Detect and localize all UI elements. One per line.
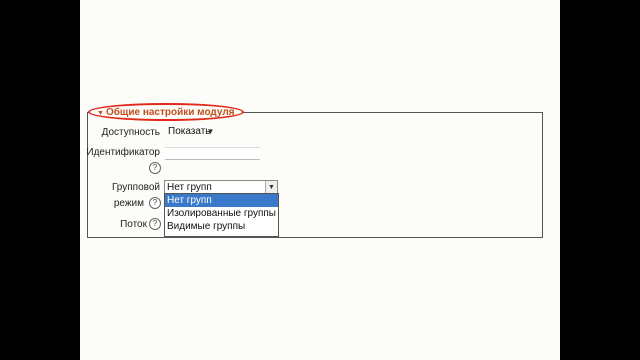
identifier-input[interactable] bbox=[165, 147, 260, 160]
group-mode-option[interactable]: Видимые группы bbox=[165, 220, 278, 233]
availability-select[interactable]: Показать ▼ bbox=[166, 125, 216, 138]
group-mode-option[interactable]: Нет групп bbox=[165, 194, 278, 207]
identifier-label: Идентификатор bbox=[86, 147, 160, 158]
help-icon[interactable]: ? bbox=[149, 218, 161, 230]
group-mode-value: Нет групп bbox=[167, 182, 212, 193]
collapse-arrow-icon: ▼ bbox=[97, 110, 104, 117]
group-mode-label-line2: режим bbox=[113, 198, 144, 209]
help-icon[interactable]: ? bbox=[149, 162, 161, 174]
group-mode-dropdown-list: Нет групп Изолированные группы Видимые г… bbox=[164, 193, 279, 237]
help-icon[interactable]: ? bbox=[149, 197, 161, 209]
stream-label: Поток bbox=[120, 219, 147, 230]
group-mode-option[interactable]: Изолированные группы bbox=[165, 207, 278, 220]
availability-label: Доступность bbox=[101, 127, 160, 138]
section-legend[interactable]: ▼ Общие настройки модуля bbox=[88, 103, 244, 121]
group-mode-label-line1: Групповой bbox=[111, 182, 160, 193]
page: ▼ Общие настройки модуля Доступность Пока… bbox=[80, 0, 560, 360]
chevron-down-icon: ▼ bbox=[206, 127, 215, 136]
section-title: Общие настройки модуля bbox=[105, 107, 235, 118]
